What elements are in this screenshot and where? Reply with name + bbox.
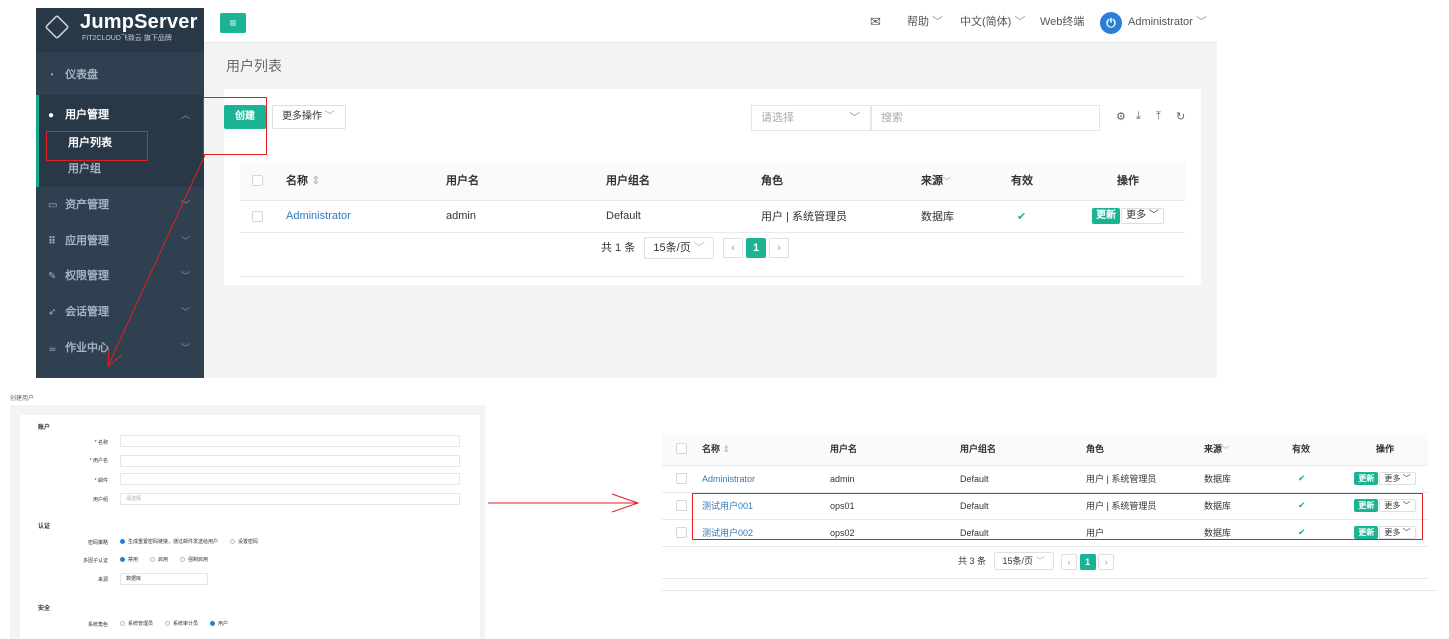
prev-page-button[interactable]: ‹ (1061, 553, 1078, 570)
radio-icon (120, 557, 125, 563)
radio-icon (230, 539, 235, 545)
label-system-role: 系统角色 (87, 622, 108, 628)
radio-password-link[interactable]: 生成重置密码链接，通过邮件发送给用户 (120, 538, 218, 545)
label-mfa: 多因子认证 (82, 558, 108, 564)
check-icon: ✔ (1292, 465, 1342, 493)
radio-icon (150, 557, 155, 563)
radio-set-password[interactable]: 设置密码 (230, 538, 258, 545)
row-checkbox[interactable] (676, 527, 687, 539)
page-1-button[interactable]: 1 (1079, 553, 1096, 570)
user-name-link[interactable]: Administrator (702, 465, 830, 493)
section-account: 账户 (38, 425, 51, 431)
role-option-auditor[interactable]: 系统审计员 (165, 620, 198, 627)
radio-mfa-forced[interactable]: 强制启用 (180, 556, 208, 563)
row-checkbox[interactable] (676, 500, 687, 512)
divider (662, 590, 1438, 591)
column-group: 用户组名 (960, 433, 1086, 466)
column-name[interactable]: 名称 ⇕ (702, 433, 830, 466)
radio-icon (120, 539, 125, 545)
section-security: 安全 (38, 606, 51, 612)
column-role: 角色 (1086, 433, 1204, 466)
radio-mfa-enabled[interactable]: 启用 (150, 556, 168, 563)
cell-group: Default (960, 465, 1086, 493)
result-pagination: 共 3 条 15条/页 ﹀ ‹ 1 › (958, 552, 1115, 570)
checkbox-icon (210, 621, 215, 627)
row-more-button[interactable]: 更多 ﹀ (1379, 472, 1416, 485)
cell-username: admin (830, 465, 960, 493)
name-field[interactable] (120, 435, 460, 447)
column-actions: 操作 (1342, 433, 1428, 466)
radio-icon (180, 557, 185, 563)
checkbox-icon (165, 621, 170, 627)
divider (662, 578, 1428, 579)
table-row: Administrator admin Default 用户 | 系统管理员 数… (662, 465, 1428, 493)
column-username: 用户名 (830, 433, 960, 466)
group-select[interactable]: 请选择 (120, 493, 460, 505)
column-source[interactable]: 来源﹀ (1204, 433, 1292, 466)
row-checkbox[interactable] (676, 473, 687, 485)
section-auth: 认证 (38, 524, 51, 530)
highlight-new-users-box (692, 493, 1423, 540)
label-name: * 名称 (94, 440, 108, 446)
arrow-create-to-form (107, 154, 206, 367)
role-option-user[interactable]: 用户 (210, 620, 228, 627)
form-caption: 创建用户 (10, 396, 35, 402)
username-field[interactable] (120, 455, 460, 467)
column-active: 有效 (1292, 433, 1342, 466)
label-password-strategy: 密码策略 (87, 540, 108, 546)
next-page-button[interactable]: › (1098, 553, 1115, 570)
label-source: 来源 (97, 577, 108, 583)
email-field[interactable] (120, 473, 460, 485)
source-select[interactable]: 数据库 (120, 573, 208, 585)
cell-source: 数据库 (1204, 465, 1292, 493)
cell-role: 用户 | 系统管理员 (1086, 465, 1204, 493)
radio-mfa-disabled[interactable]: 禁用 (120, 556, 138, 563)
checkbox-icon (120, 621, 125, 627)
select-all-checkbox[interactable] (676, 443, 687, 455)
label-username: * 用户名 (89, 458, 108, 464)
label-email: * 邮件 (94, 478, 108, 484)
chevron-down-icon: ﹀ (1222, 447, 1230, 455)
pagination-total: 共 3 条 (958, 556, 987, 566)
page-size-select[interactable]: 15条/页 ﹀ (993, 552, 1054, 570)
create-user-form: 账户 * 名称 * 用户名 * 邮件 用户组 请选择 认证 密码策略 生成重置密… (10, 405, 485, 639)
sort-icon: ⇕ (722, 444, 731, 455)
label-group: 用户组 (92, 497, 108, 503)
table-header-row: 名称 ⇕ 用户名 用户组名 角色 来源﹀ 有效 操作 (662, 433, 1428, 466)
update-button[interactable]: 更新 (1354, 472, 1379, 485)
role-option-admin[interactable]: 系统管理员 (120, 620, 153, 627)
